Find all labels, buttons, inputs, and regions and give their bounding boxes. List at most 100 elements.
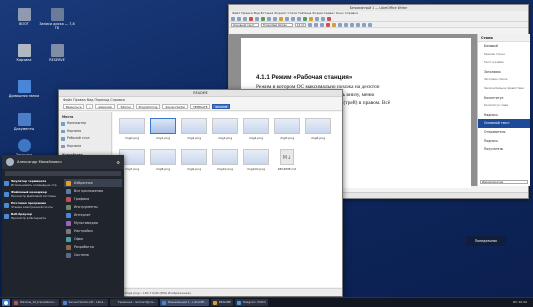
file-item[interactable]: img10.png — [210, 149, 240, 171]
file-grid[interactable]: img0.png img1.png img2.png img3.png img4.png… — [113, 112, 342, 287]
menu-category[interactable]: Избранное — [64, 179, 122, 187]
settings-gear-icon[interactable]: ⚙ — [116, 160, 120, 165]
save-icon[interactable] — [243, 16, 247, 21]
menu-category[interactable]: Инструменты — [64, 203, 122, 211]
menu-category[interactable]: Интернет — [64, 211, 122, 219]
undo-icon[interactable] — [285, 16, 289, 21]
style-item[interactable]: Заголовок списка — [478, 76, 530, 85]
spellcheck-icon[interactable] — [261, 16, 265, 21]
menu-favorite-item[interactable]: Файловый менеджер Просмотр файловой систе… — [2, 190, 62, 201]
file-item[interactable]: img5.png — [272, 118, 302, 140]
sidebar-item[interactable]: Корзина — [59, 143, 111, 151]
file-item[interactable]: img2.png — [179, 118, 209, 140]
menu-category[interactable]: Разработка — [64, 243, 122, 251]
new-icon[interactable] — [231, 16, 235, 21]
breadcrumb-item[interactable]: Server-Hunter — [162, 104, 189, 109]
style-item[interactable]: Красная строка — [478, 51, 530, 60]
style-item[interactable]: Колонтитул слева — [478, 102, 530, 111]
taskbar-button[interactable]: README — [210, 299, 233, 306]
system-tray[interactable]: RU 10:42 — [513, 300, 527, 304]
desktop-icon-documents[interactable]: Документы — [5, 113, 43, 132]
breadcrumb-item[interactable]: Tutorial — [117, 104, 134, 109]
bold-icon[interactable] — [308, 22, 312, 27]
applications-menu-button[interactable] — [2, 299, 10, 306]
copy-icon[interactable] — [273, 16, 277, 21]
underline-icon[interactable] — [320, 22, 324, 27]
taskbar-button[interactable]: Безымянный 1 - LibreOffi... — [160, 299, 209, 306]
redo-icon[interactable] — [291, 16, 295, 21]
breadcrumb-item[interactable]: Вернуться — [63, 104, 85, 109]
style-item[interactable]: Колонтитул — [478, 94, 530, 103]
pdf-icon[interactable] — [249, 16, 253, 21]
breadcrumb-item[interactable]: README — [212, 104, 231, 109]
align-left-icon[interactable] — [338, 22, 342, 27]
sidebar-item[interactable]: Корзина — [59, 128, 111, 136]
paste-icon[interactable] — [279, 16, 283, 21]
highlight-icon[interactable] — [332, 22, 336, 27]
desktop-icon-home[interactable]: Домашняя папка — [5, 80, 43, 99]
italic-icon[interactable] — [314, 22, 318, 27]
menu-category[interactable]: Система — [64, 251, 122, 259]
breadcrumb-item[interactable]: alexander — [95, 104, 116, 109]
file-item[interactable]: img100.png — [241, 149, 271, 171]
breadcrumb-item[interactable]: TEMPLATE — [190, 104, 211, 109]
numbering-icon[interactable] — [368, 22, 372, 27]
file-item[interactable]: img0.png — [117, 118, 147, 140]
menu-category[interactable]: Мультимедиа — [64, 219, 122, 227]
taskbar-button[interactable]: Telegram (7063) — [234, 299, 268, 306]
menu-category[interactable]: Графика — [64, 195, 122, 203]
align-right-icon[interactable] — [350, 22, 354, 27]
breadcrumb-item[interactable]: Programming — [135, 104, 161, 109]
menu-favorite-item[interactable]: Веб-браузер Просмотр в Интернете — [2, 212, 62, 223]
menu-category[interactable]: Настройки — [64, 227, 122, 235]
style-item[interactable]: Текст в ячейке — [478, 59, 530, 68]
file-item[interactable]: img4.png — [241, 118, 271, 140]
desktop-icon-reserve[interactable]: RESERVE — [38, 44, 76, 63]
taskbar-button[interactable]: Терминал - lexmord@ros... — [109, 299, 159, 306]
menu-favorite-item[interactable]: Эмулятор терминала Использовать командную… — [2, 179, 62, 190]
font-name-combo[interactable]: Times New Roman — [261, 22, 293, 27]
sidebar-item[interactable]: Рабочий стол — [59, 135, 111, 143]
image-icon[interactable] — [309, 16, 313, 21]
open-icon[interactable] — [237, 16, 241, 21]
style-item[interactable]: Заключительное приветствие — [478, 85, 530, 94]
style-item[interactable]: Заголовок — [478, 68, 530, 77]
file-item[interactable]: img8.png — [148, 149, 178, 171]
file-item[interactable]: img6.png — [303, 118, 333, 140]
cut-icon[interactable] — [267, 16, 271, 21]
file-item[interactable]: M↓ README.md — [272, 149, 302, 171]
bullets-icon[interactable] — [362, 22, 366, 27]
justify-icon[interactable] — [356, 22, 360, 27]
style-item[interactable]: Базовый — [478, 42, 530, 51]
taskbar-button[interactable]: Server-Hunter.odt - Libre... — [60, 299, 108, 306]
table-icon[interactable] — [303, 16, 307, 21]
font-size-combo[interactable]: 12 пт — [295, 22, 306, 27]
find-icon[interactable] — [297, 16, 301, 21]
taskbar-button-label: Server-Hunter.odt - Libre... — [68, 300, 106, 304]
taskbar-button[interactable]: Window_10_translations... — [12, 299, 59, 306]
file-item[interactable]: img9.png — [179, 149, 209, 171]
align-center-icon[interactable] — [344, 22, 348, 27]
desktop-icon-disk[interactable]: Записи диска — 7,8 ГБ — [38, 8, 76, 30]
menu-favorite-desc: Использовать командную стр. — [11, 182, 58, 187]
menu-category[interactable]: Все приложения — [64, 187, 122, 195]
textbox-icon[interactable] — [321, 16, 325, 21]
style-item[interactable]: Надпись — [478, 111, 530, 120]
file-item[interactable]: img3.png — [210, 118, 240, 140]
print-icon[interactable] — [255, 16, 259, 21]
paragraph-style-combo[interactable]: Основной текст — [231, 22, 259, 27]
style-item[interactable]: Подпись — [478, 137, 530, 146]
special-char-icon[interactable] — [327, 16, 331, 21]
menu-search-input[interactable] — [5, 171, 121, 176]
menu-favorite-item[interactable]: Почтовая программа Чтение электронной поч… — [2, 201, 62, 212]
style-item[interactable]: Получатель — [478, 145, 530, 154]
file-item[interactable]: img1.png — [148, 118, 178, 140]
font-color-icon[interactable] — [326, 22, 330, 27]
menu-category[interactable]: Офис — [64, 235, 122, 243]
styles-filter-combo[interactable]: Иерархические — [480, 180, 528, 184]
style-item[interactable]: Основной текст — [478, 119, 530, 128]
breadcrumb-item[interactable]: / — [86, 104, 94, 109]
style-item[interactable]: Отправитель — [478, 128, 530, 137]
sidebar-item[interactable]: Компьютер — [59, 120, 111, 128]
chart-icon[interactable] — [315, 16, 319, 21]
